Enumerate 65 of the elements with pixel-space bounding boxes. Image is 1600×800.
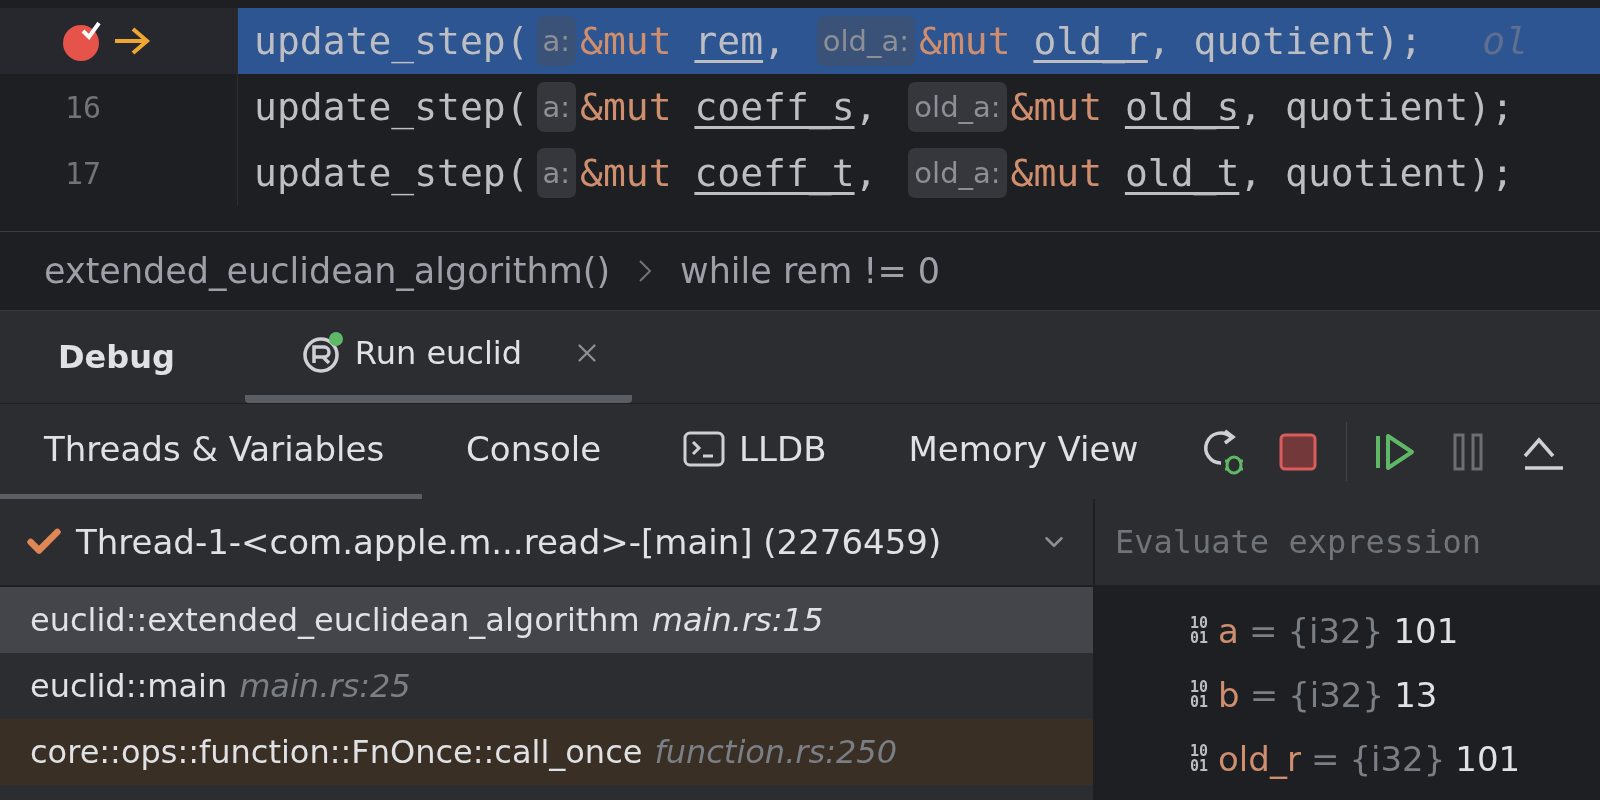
frame-location: main.rs:25 (239, 667, 411, 705)
code-keyword: &mut (919, 19, 1011, 63)
line-number: 16 (64, 89, 101, 125)
code-keyword: &mut (1010, 151, 1103, 195)
resume-icon[interactable] (1374, 432, 1417, 471)
code-keyword: &mut (580, 85, 672, 129)
stack-frame[interactable]: euclid::main main.rs:25 (0, 653, 1093, 719)
type-label: 10 01 (1190, 744, 1209, 774)
frame-location: main.rs:15 (651, 601, 824, 639)
debugger-tab[interactable]: Memory View (864, 404, 1177, 499)
code-text: , (854, 151, 879, 195)
frame-name: euclid::extended_euclidean_algorithm (30, 601, 640, 639)
frame-location: function.rs:250 (654, 733, 897, 771)
stop-icon[interactable] (1279, 432, 1318, 471)
parameter-hint: old_a: (908, 82, 1007, 132)
debugger-tab[interactable]: LLDB (639, 404, 865, 499)
code-keyword: &mut (580, 151, 672, 195)
variable-type: {i32} (1288, 675, 1385, 715)
frame-name: core::ops::function::FnOnce::call_once (30, 733, 643, 771)
execution-arrow-icon (113, 26, 151, 56)
code-variable: coeff_t (694, 151, 855, 195)
equals-sign: = (1249, 675, 1279, 715)
code-variable: old_s (1124, 85, 1240, 129)
equals-sign: = (1310, 739, 1340, 779)
code-variable: rem (694, 19, 764, 63)
code-variable: old_r (1033, 19, 1148, 63)
rust-run-icon (300, 331, 345, 375)
variable-name: b (1218, 675, 1240, 715)
chevron-right-icon (638, 259, 653, 283)
variable-value: 101 (1393, 611, 1459, 651)
type-label: 10 01 (1190, 680, 1209, 710)
stack-frame[interactable]: euclid::extended_euclidean_algorithm main.rs:15 (0, 587, 1093, 653)
type-label: 10 01 (1190, 616, 1209, 646)
stack-frame[interactable]: core::ops::function::FnOnce::call_once function.rs:250 (0, 719, 1093, 785)
code-text: update_step( (254, 85, 529, 129)
variable-name: a (1218, 611, 1239, 651)
variable-value: 101 (1455, 739, 1521, 779)
parameter-hint: old_a: (816, 16, 916, 66)
variable-type: {i32} (1287, 611, 1384, 651)
breadcrumb[interactable]: extended_euclidean_algorithm() (44, 251, 611, 291)
equals-sign: = (1248, 611, 1278, 651)
code-variable: old_t (1124, 151, 1240, 195)
parameter-hint: old_a: (908, 148, 1007, 198)
variable-value: 13 (1394, 675, 1438, 715)
code-text: , (763, 19, 787, 63)
variable-name: old_r (1218, 739, 1301, 779)
code-text: update_step( (254, 151, 529, 195)
code-text: , (854, 85, 879, 129)
breadcrumb[interactable]: while rem != 0 (680, 251, 941, 291)
line-number: 17 (64, 155, 101, 191)
parameter-hint: a: (536, 148, 577, 198)
code-keyword: &mut (1010, 85, 1103, 129)
code-text: , quotient); (1147, 19, 1423, 63)
frame-name: euclid::main (30, 667, 228, 705)
parameter-hint: a: (536, 16, 577, 66)
panel-title: Debug (58, 338, 175, 376)
terminal-icon (683, 431, 726, 467)
code-text: , quotient); (1239, 151, 1514, 195)
parameter-hint: a: (536, 82, 577, 132)
variable-type: {i32} (1349, 739, 1446, 779)
debugger-tab[interactable]: Console (422, 404, 640, 499)
code-text: update_step( (254, 19, 529, 63)
code-text: , quotient); (1239, 85, 1514, 129)
code-keyword: &mut (580, 19, 672, 63)
code-variable: coeff_s (694, 85, 855, 129)
